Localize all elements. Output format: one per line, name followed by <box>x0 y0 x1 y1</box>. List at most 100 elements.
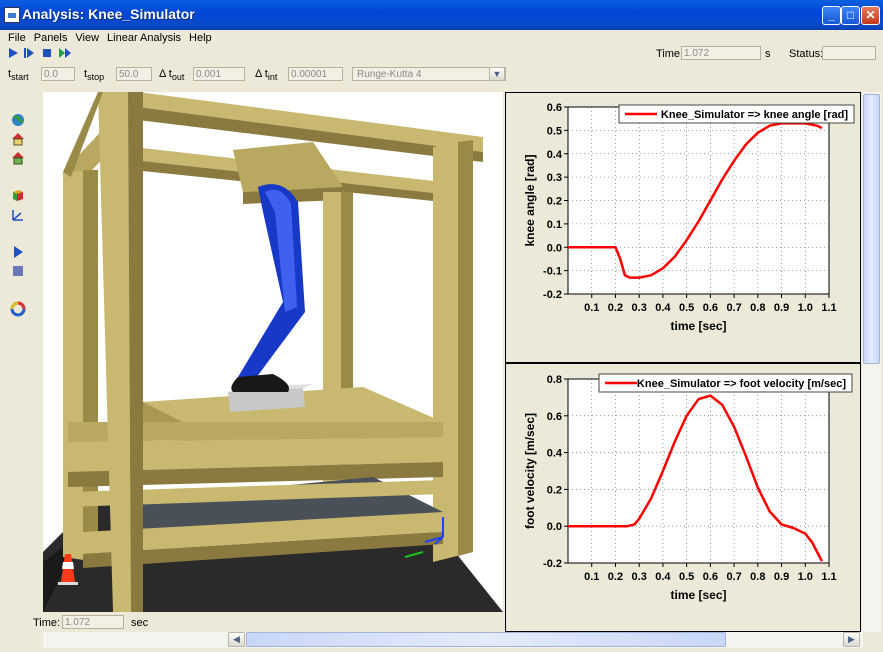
x-tick-label: 0.4 <box>655 302 671 314</box>
3d-scene <box>43 92 503 612</box>
x-tick-label: 0.3 <box>632 571 647 583</box>
forward-icon[interactable] <box>58 46 72 60</box>
stop-icon[interactable] <box>40 46 54 60</box>
x-tick-label: 0.5 <box>679 302 694 314</box>
menu-linear-analysis[interactable]: Linear Analysis <box>103 30 185 46</box>
step-icon[interactable] <box>22 46 36 60</box>
status-label: Status: <box>789 48 824 60</box>
close-button[interactable]: ✕ <box>861 6 880 25</box>
x-tick-label: 0.1 <box>584 571 599 583</box>
chart-foot-velocity: 0.1 0.2 0.3 0.4 0.5 0.6 0.7 0.8 0.9 1.0 1.1 -0.2 0.0… <box>523 373 853 602</box>
tstart-label: tstart <box>8 68 29 83</box>
x-tick-label: 1.0 <box>798 302 813 314</box>
plot-area <box>567 378 830 564</box>
y-tick-label: 0.2 <box>547 484 562 496</box>
x-tick-label: 0.1 <box>584 302 599 314</box>
scroll-right-button[interactable]: ▶ <box>843 632 860 647</box>
time-label: Time: <box>656 48 684 60</box>
status-field <box>822 46 876 60</box>
x-tick-label: 1.1 <box>821 571 836 583</box>
chevron-left-icon: ◀ <box>233 634 240 644</box>
scroll-left-button[interactable]: ◀ <box>228 632 245 647</box>
axes-icon[interactable] <box>10 207 26 223</box>
home-reset-icon[interactable] <box>10 150 26 166</box>
menu-help[interactable]: Help <box>185 30 216 46</box>
horizontal-scroll-thumb[interactable] <box>246 632 726 647</box>
x-tick-label: 0.5 <box>679 571 694 583</box>
animate-play-icon[interactable] <box>10 244 26 260</box>
play-icon[interactable] <box>6 46 20 60</box>
home-view-icon[interactable] <box>10 131 26 147</box>
x-tick-label: 0.6 <box>703 571 718 583</box>
animate-stop-icon[interactable] <box>10 263 26 279</box>
time-unit: s <box>765 48 771 60</box>
x-tick-label: 0.2 <box>608 571 623 583</box>
x-tick-label: 0.8 <box>750 302 765 314</box>
tint-input[interactable]: 0.00001 <box>288 67 343 81</box>
chevron-down-icon: ▼ <box>492 69 502 79</box>
tstop-input[interactable]: 50.0 <box>116 67 152 81</box>
legend-label: Knee_Simulator => knee angle [rad] <box>661 109 848 121</box>
x-tick-label: 0.6 <box>703 302 718 314</box>
plot-knee-angle[interactable]: 0.1 0.2 0.3 0.4 0.5 0.6 0.7 0.8 0.9 1.0 1.1 -0.2 -0.… <box>505 92 861 363</box>
vertical-scroll-thumb[interactable] <box>863 94 880 364</box>
color-wheel-icon[interactable] <box>10 301 26 317</box>
menu-file[interactable]: File <box>4 30 30 46</box>
solver-select[interactable]: Runge-Kutta 4 <box>352 67 506 81</box>
menu-panels[interactable]: Panels <box>30 30 72 46</box>
x-tick-label: 0.8 <box>750 571 765 583</box>
minimize-icon: _ <box>828 8 835 22</box>
maximize-button[interactable]: □ <box>841 6 860 25</box>
y-tick-label: 0.0 <box>547 242 562 254</box>
y-axis-label: knee angle [rad] <box>523 154 537 246</box>
x-tick-label: 0.2 <box>608 302 623 314</box>
legend-label: Knee_Simulator => foot velocity [m/sec] <box>637 378 846 390</box>
x-tick-label: 0.7 <box>726 302 741 314</box>
y-tick-label: 0.1 <box>547 219 562 231</box>
cube-icon[interactable] <box>10 187 26 203</box>
x-axis-label: time [sec] <box>670 319 726 333</box>
menu-bar: File Panels View Linear Analysis Help <box>0 30 883 46</box>
tstart-input[interactable]: 0.0 <box>41 67 75 81</box>
x-axis-label: time [sec] <box>670 588 726 602</box>
x-tick-label: 0.3 <box>632 302 647 314</box>
chart-knee-angle: 0.1 0.2 0.3 0.4 0.5 0.6 0.7 0.8 0.9 1.0 1.1 -0.2 -0.… <box>523 102 855 333</box>
y-tick-label: 0.2 <box>547 196 562 208</box>
plot-foot-velocity[interactable]: 0.1 0.2 0.3 0.4 0.5 0.6 0.7 0.8 0.9 1.0 1.1 -0.2 0.0… <box>505 363 861 632</box>
chevron-right-icon: ▶ <box>848 634 855 644</box>
x-tick-label: 0.4 <box>655 571 671 583</box>
tout-input[interactable]: 0.001 <box>193 67 245 81</box>
y-tick-label: 0.0 <box>547 521 562 533</box>
bottom-time-label: Time: <box>33 617 61 629</box>
bottom-time-unit: sec <box>131 617 149 629</box>
toolbar: Time: 1.072 s Status: <box>0 45 883 63</box>
y-tick-label: -0.2 <box>543 289 562 301</box>
solver-dropdown-button[interactable]: ▼ <box>489 67 505 81</box>
solver-value: Runge-Kutta 4 <box>357 69 422 80</box>
3d-view[interactable] <box>43 92 503 612</box>
app-icon <box>4 7 20 23</box>
y-tick-label: 0.3 <box>547 172 562 184</box>
y-tick-label: 0.4 <box>547 149 563 161</box>
x-tick-label: 0.7 <box>726 571 741 583</box>
plot-area <box>567 106 830 295</box>
tstop-label: tstop <box>84 68 105 83</box>
x-tick-label: 0.9 <box>774 571 789 583</box>
globe-icon[interactable] <box>10 112 26 128</box>
y-tick-label: 0.8 <box>547 374 562 386</box>
y-tick-label: -0.1 <box>543 266 562 278</box>
vertical-scrollbar[interactable] <box>862 92 881 632</box>
x-tick-label: 1.1 <box>821 302 836 314</box>
simulation-params-bar: tstart 0.0 tstop 50.0 Δ tout 0.001 Δ tin… <box>0 64 883 84</box>
time-field: 1.072 <box>681 46 761 60</box>
window-title: Analysis: Knee_Simulator <box>22 6 195 22</box>
minimize-button[interactable]: _ <box>822 6 841 25</box>
y-axis-label: foot velocity [m/sec] <box>523 413 537 529</box>
horizontal-scrollbar[interactable]: ◀ ▶ <box>43 632 863 648</box>
menu-view[interactable]: View <box>71 30 103 46</box>
y-tick-label: 0.6 <box>547 102 562 114</box>
x-tick-label: 1.0 <box>798 571 813 583</box>
tout-label: Δ tout <box>159 68 185 83</box>
bottom-time-field: 1.072 <box>62 615 124 629</box>
title-bar: Analysis: Knee_Simulator _ □ ✕ <box>0 0 883 30</box>
